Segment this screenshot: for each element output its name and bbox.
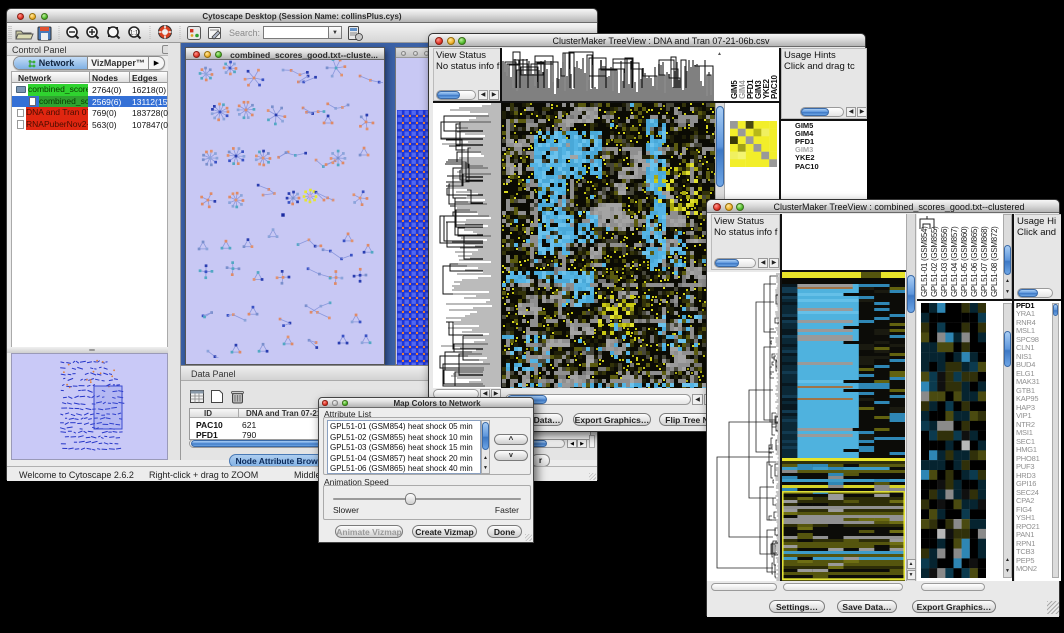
svg-text:1:1: 1:1 — [130, 31, 139, 37]
